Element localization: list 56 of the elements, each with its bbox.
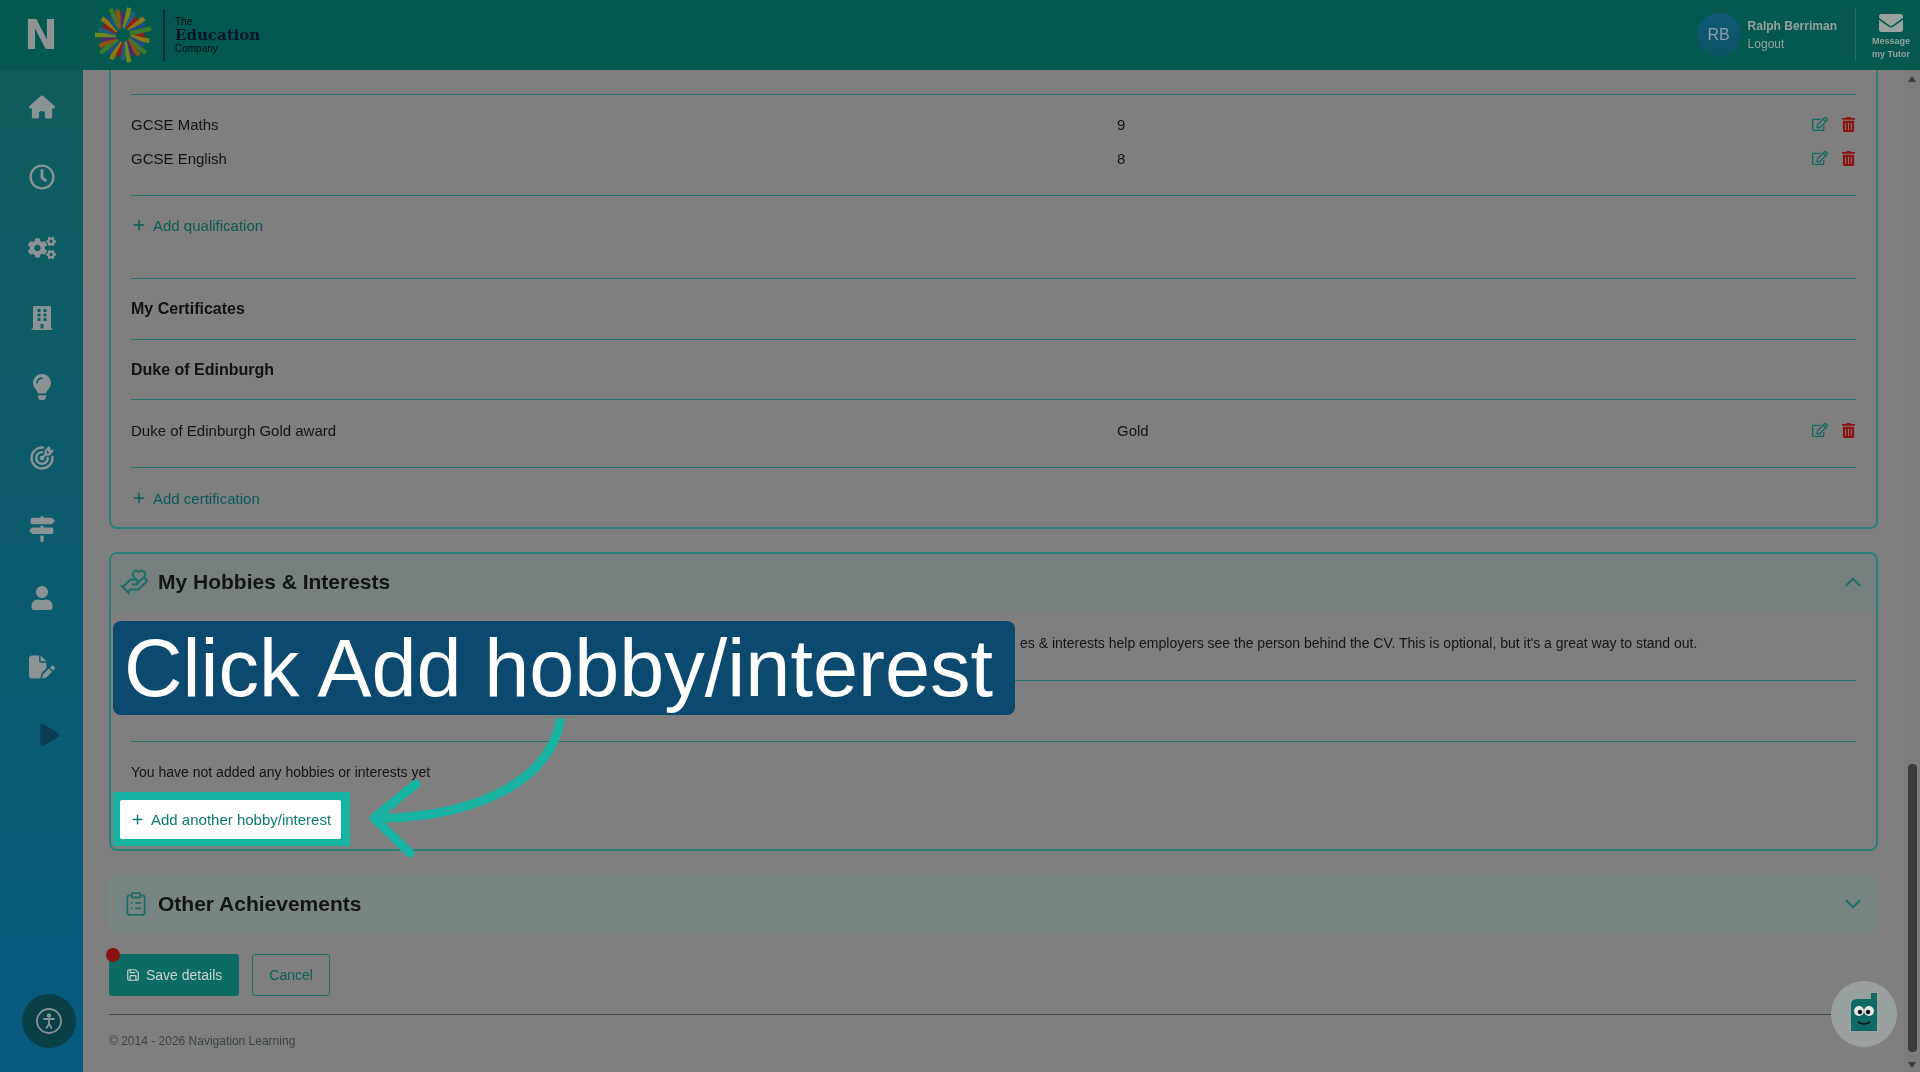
sunburst-logo xyxy=(92,4,154,66)
brand-tagline: Company xyxy=(175,43,219,55)
empty-message: You have not added any hobbies or interests yet xyxy=(131,763,432,781)
brand-name: Education xyxy=(175,26,261,44)
message-tutor-label[interactable]: Message xyxy=(1871,34,1910,48)
play-icon[interactable] xyxy=(38,724,61,746)
copyright-text: © 2014 - 2026 Navigation Learning xyxy=(109,1033,297,1048)
user-icon[interactable] xyxy=(29,586,54,610)
user-avatar[interactable]: RB xyxy=(1696,13,1741,57)
save-icon xyxy=(126,968,140,982)
qualification-name: GCSE English xyxy=(131,149,228,167)
edit-icon[interactable] xyxy=(1812,150,1828,166)
signpost-icon[interactable] xyxy=(28,516,55,542)
add-qualification-link[interactable]: Add qualification xyxy=(131,210,264,240)
intro-text: es & interests help employers see the person behind the CV. This is optional, but it's a great way to stand out. xyxy=(1020,634,1699,652)
target-arrow-icon[interactable] xyxy=(27,444,56,472)
section-heading: My Certificates xyxy=(131,300,246,318)
hands-heart-icon xyxy=(119,567,149,597)
logout-link[interactable]: Logout xyxy=(1747,37,1837,51)
scroll-down-icon[interactable] xyxy=(1908,1062,1916,1068)
accessibility-icon xyxy=(35,1008,62,1034)
delete-icon[interactable] xyxy=(1841,422,1856,438)
mascot-icon[interactable] xyxy=(1831,981,1897,1047)
file-pen-icon[interactable] xyxy=(28,654,55,680)
scrollbar-thumb[interactable] xyxy=(1907,764,1917,1052)
gears-icon[interactable] xyxy=(27,234,56,262)
delete-icon[interactable] xyxy=(1841,116,1856,132)
add-certification-link[interactable]: Add certification xyxy=(131,483,260,513)
accessibility-button[interactable] xyxy=(21,994,76,1048)
edit-icon[interactable] xyxy=(1812,422,1828,438)
certificate-name: Duke of Edinburgh Gold award xyxy=(131,421,338,439)
message-tutor-label[interactable]: my Tutor xyxy=(1872,48,1910,62)
cancel-button[interactable]: Cancel xyxy=(252,954,330,996)
clock-icon[interactable] xyxy=(28,164,55,190)
certificate-award: Gold xyxy=(1117,421,1150,439)
scroll-up-icon[interactable] xyxy=(1908,76,1916,82)
plus-icon xyxy=(130,812,145,827)
tutorial-callout: Click Add hobby/interest xyxy=(113,621,1015,715)
section-title: My Hobbies & Interests xyxy=(158,570,392,594)
delete-icon[interactable] xyxy=(1841,150,1856,166)
group-heading: Duke of Edinburgh xyxy=(131,360,276,379)
edit-icon[interactable] xyxy=(1812,116,1828,132)
brand-kicker: The xyxy=(175,15,194,27)
clipboard-icon xyxy=(123,891,149,917)
section-title: Other Achievements xyxy=(158,892,363,916)
qualification-grade: 9 xyxy=(1117,115,1127,133)
building-icon[interactable] xyxy=(29,306,54,330)
save-button[interactable]: Save details xyxy=(109,954,240,996)
user-name: Ralph Berriman xyxy=(1747,19,1837,33)
home-icon[interactable] xyxy=(28,94,55,120)
plus-icon xyxy=(131,490,147,506)
plus-icon xyxy=(131,217,147,233)
qualification-grade: 8 xyxy=(1117,149,1127,167)
app-logo[interactable]: N xyxy=(24,15,58,55)
add-hobby-button[interactable]: Add another hobby/interest xyxy=(120,800,342,839)
qualification-name: GCSE Maths xyxy=(131,115,220,133)
